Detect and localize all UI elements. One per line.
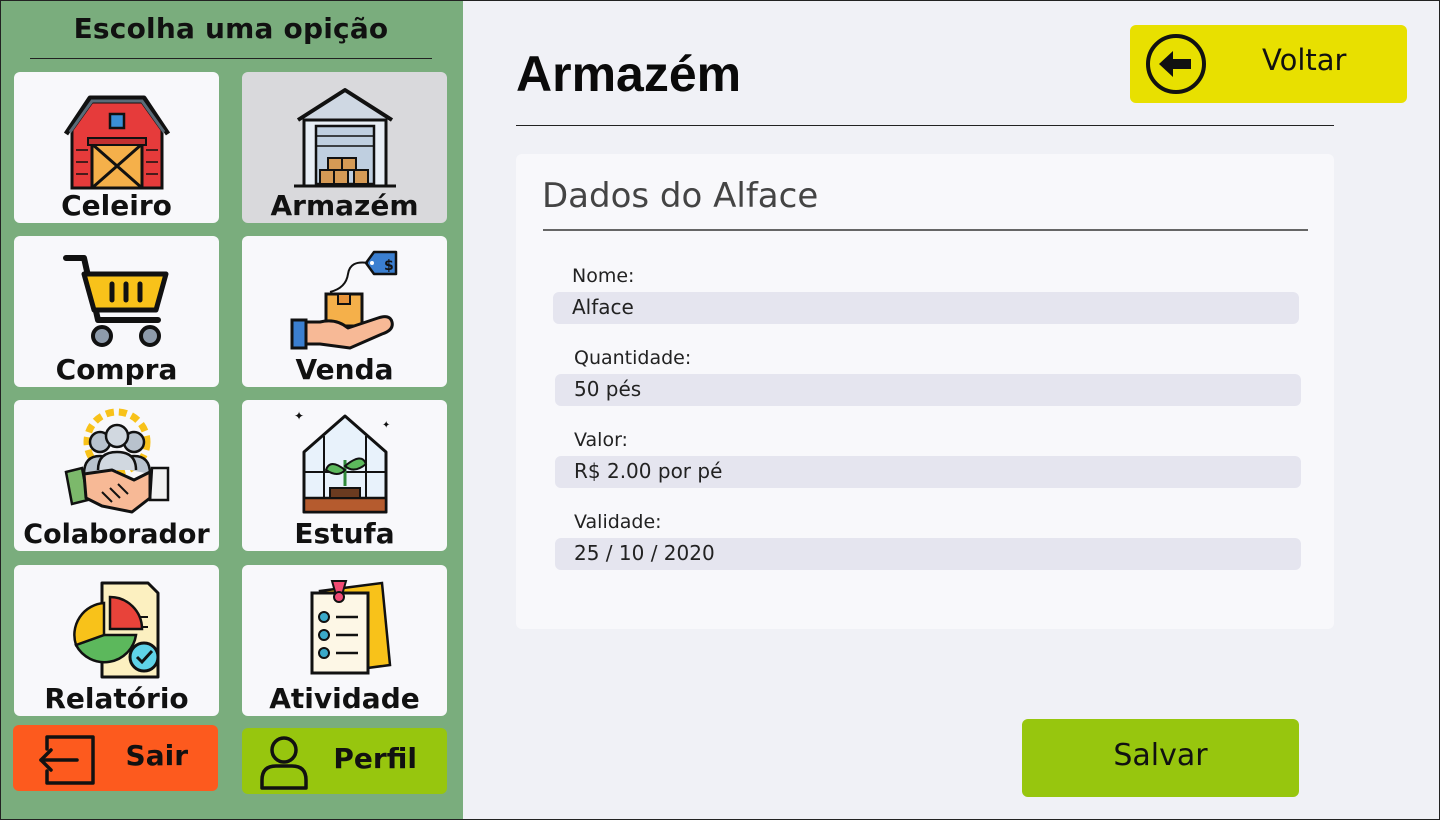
voltar-button[interactable]: Voltar	[1130, 25, 1407, 103]
user-profile-icon	[256, 734, 316, 790]
page-title: Armazém	[516, 46, 742, 102]
svg-text:✦: ✦	[382, 420, 390, 431]
barn-icon	[62, 80, 172, 190]
sidebar-title: Escolha uma opição	[73, 12, 389, 45]
menu-tile-label: Venda	[295, 353, 394, 386]
menu-tile-label: Compra	[55, 353, 178, 386]
menu-tile-label: Estufa	[294, 517, 395, 550]
perfil-label: Perfil	[333, 742, 417, 775]
sale-hand-box-icon: $	[290, 244, 400, 354]
menu-tile-relatorio[interactable]: Relatório	[14, 565, 219, 716]
card-divider	[543, 229, 1308, 231]
field-value-valor[interactable]: R$ 2.00 por pé	[555, 456, 1301, 488]
shopping-cart-icon	[62, 244, 172, 354]
menu-tile-label: Armazém	[270, 189, 419, 222]
menu-tile-armazem[interactable]: Armazém	[242, 72, 447, 223]
sidebar-divider	[30, 58, 432, 59]
menu-tile-label: Celeiro	[61, 189, 172, 222]
salvar-button[interactable]: Salvar	[1022, 719, 1299, 797]
field-label-nome: Nome:	[572, 265, 635, 287]
voltar-label: Voltar	[1262, 43, 1347, 77]
card-title: Dados do Alface	[542, 176, 819, 216]
sair-button[interactable]: Sair	[13, 725, 218, 791]
salvar-label: Salvar	[1113, 738, 1208, 773]
menu-tile-venda[interactable]: $ Venda	[242, 236, 447, 387]
menu-tile-celeiro[interactable]: Celeiro	[14, 72, 219, 223]
menu-tile-label: Relatório	[44, 682, 189, 715]
field-label-quantidade: Quantidade:	[574, 347, 692, 369]
field-label-validade: Validade:	[574, 511, 662, 533]
sair-label: Sair	[125, 739, 188, 772]
back-arrow-icon	[1145, 33, 1207, 95]
logout-icon	[37, 731, 97, 787]
warehouse-icon	[290, 80, 400, 190]
field-value-nome[interactable]: Alface	[553, 292, 1299, 324]
menu-tile-compra[interactable]: Compra	[14, 236, 219, 387]
field-label-valor: Valor:	[574, 429, 628, 451]
sidebar: Escolha uma opição Celeiro Armazém Compr…	[0, 0, 463, 820]
svg-text:$: $	[384, 258, 394, 274]
menu-tile-label: Atividade	[269, 682, 420, 715]
field-value-quantidade[interactable]: 50 pés	[555, 374, 1301, 406]
handshake-team-icon	[62, 408, 172, 518]
field-value-validade[interactable]: 25 / 10 / 2020	[555, 538, 1301, 570]
report-chart-icon	[62, 573, 172, 683]
product-details-card: Dados do Alface Nome: Alface Quantidade:…	[516, 154, 1334, 629]
task-checklist-icon	[290, 573, 400, 683]
menu-tile-atividade[interactable]: Atividade	[242, 565, 447, 716]
svg-text:✦: ✦	[294, 409, 304, 423]
menu-tile-colaborador[interactable]: Colaborador	[14, 400, 219, 551]
menu-tile-estufa[interactable]: ✦ ✦ Estufa	[242, 400, 447, 551]
greenhouse-icon: ✦ ✦	[290, 408, 400, 518]
menu-tile-label: Colaborador	[23, 519, 210, 550]
title-divider	[516, 125, 1334, 126]
perfil-button[interactable]: Perfil	[242, 728, 447, 794]
